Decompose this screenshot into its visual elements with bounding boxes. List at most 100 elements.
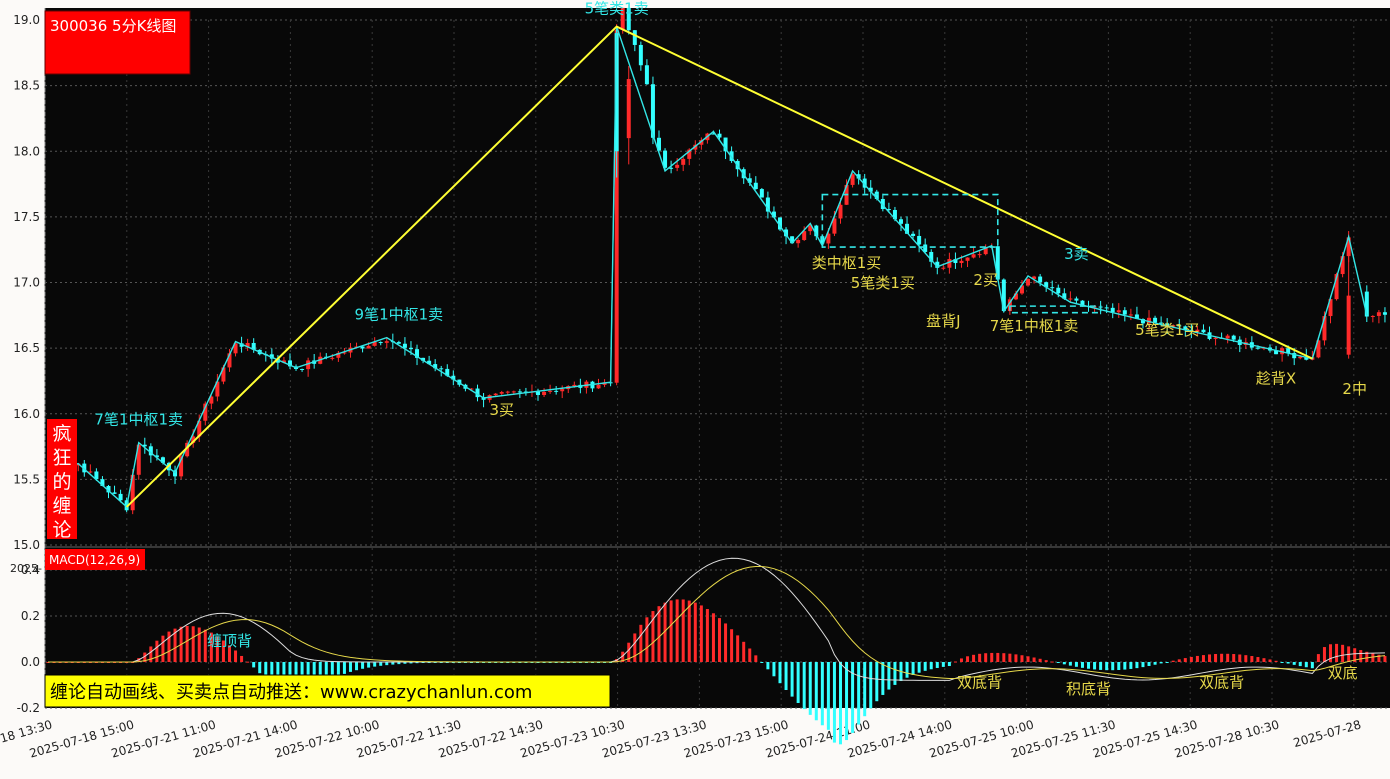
candle-up <box>626 79 631 139</box>
candle-up <box>560 389 565 392</box>
macd-bar-down <box>766 662 770 670</box>
candle-up <box>493 393 498 396</box>
macd-bar-down <box>869 662 873 709</box>
macd-bar-up <box>705 609 709 662</box>
macd-bar-up <box>657 606 661 662</box>
candle-down <box>638 44 643 66</box>
signal-label: 2中 <box>1342 380 1367 398</box>
macd-bar-up <box>155 640 159 662</box>
macd-bar-down <box>947 662 951 667</box>
candle-down <box>554 390 559 392</box>
candle-up <box>1213 337 1218 339</box>
macd-bar-up <box>197 627 201 662</box>
macd-bar-down <box>1074 662 1078 667</box>
candle-up <box>596 384 601 389</box>
macd-bar-up <box>984 653 988 662</box>
macd-bar-down <box>941 662 945 667</box>
macd-bar-down <box>1111 662 1115 671</box>
candle-down <box>439 368 444 370</box>
macd-bar-up <box>1020 655 1024 662</box>
price-tick-label: 17.0 <box>13 276 40 290</box>
macd-bar-down <box>832 662 836 743</box>
signal-label: 9笔1中枢1卖 <box>355 305 444 323</box>
macd-bar-down <box>935 662 939 668</box>
macd-bar-down <box>881 662 885 695</box>
macd-bar-up <box>699 605 703 662</box>
candle-up <box>1370 315 1375 317</box>
macd-bar-down <box>905 662 909 678</box>
candle-up <box>499 392 504 394</box>
macd-bar-down <box>893 662 897 685</box>
candle-down <box>911 233 916 236</box>
macd-signal-label: 双底背 <box>1199 673 1244 691</box>
macd-bar-up <box>1214 653 1218 662</box>
candle-down <box>118 493 123 501</box>
macd-bar-down <box>1153 662 1157 665</box>
macd-bar-down <box>1093 662 1097 670</box>
macd-bar-up <box>675 599 679 662</box>
macd-bar-down <box>796 662 800 703</box>
candle-down <box>1255 347 1260 349</box>
macd-cut-tick: 2025- <box>10 562 42 575</box>
macd-bar-up <box>1038 658 1042 662</box>
candle-down <box>1122 310 1127 315</box>
macd-bar-up <box>1183 658 1187 662</box>
candle-up <box>548 390 553 392</box>
macd-bar-down <box>923 662 927 671</box>
macd-bar-down <box>887 662 891 690</box>
macd-bar-up <box>972 654 976 662</box>
chart-title: 300036 5分K线图 <box>50 17 176 35</box>
candle-down <box>644 65 649 85</box>
macd-bar-up <box>1050 661 1054 663</box>
macd-tick-label: 0.0 <box>21 655 40 669</box>
macd-bar-up <box>681 599 685 662</box>
macd-bar-up <box>246 661 250 663</box>
macd-bar-down <box>1304 662 1308 668</box>
macd-signal-label: 缠顶背 <box>207 632 252 650</box>
macd-bar-down <box>1105 662 1109 671</box>
macd-bar-up <box>1262 658 1266 662</box>
price-tick-label: 15.5 <box>13 472 40 486</box>
candle-up <box>511 391 516 393</box>
macd-bar-down <box>1292 662 1296 665</box>
macd-bar-up <box>240 655 244 662</box>
candle-down <box>753 182 758 190</box>
macd-bar-up <box>185 625 189 662</box>
macd-bar-down <box>929 662 933 670</box>
macd-bar-down <box>875 662 879 702</box>
candle-up <box>1225 335 1230 339</box>
macd-tick-label: 0.2 <box>21 609 40 623</box>
macd-bar-down <box>1117 662 1121 670</box>
price-tick-label: 16.5 <box>13 341 40 355</box>
price-tick-label: 19.0 <box>13 13 40 27</box>
macd-bar-down <box>784 662 788 690</box>
macd-bar-down <box>814 662 818 721</box>
macd-bar-down <box>1298 662 1302 667</box>
candle-up <box>971 254 976 258</box>
price-tick-label: 15.0 <box>13 538 40 552</box>
macd-bar-up <box>1250 656 1254 662</box>
candle-up <box>1376 312 1381 316</box>
signal-label: 5笔类1买 <box>851 274 915 292</box>
macd-bar-down <box>808 662 812 715</box>
candle-down <box>1050 287 1055 289</box>
candle-down <box>1074 298 1079 301</box>
macd-bar-up <box>1359 650 1363 662</box>
candle-down <box>1056 287 1061 294</box>
macd-bar-up <box>966 656 970 662</box>
macd-bar-down <box>1129 662 1133 669</box>
price-tick-label: 18.0 <box>13 144 40 158</box>
candle-up <box>796 239 801 244</box>
candle-up <box>941 267 946 269</box>
candle-up <box>977 254 982 256</box>
candle-down <box>917 235 922 245</box>
candle-up <box>505 391 510 393</box>
macd-bar-up <box>1383 655 1387 662</box>
macd-bar-down <box>863 662 867 717</box>
macd-bar-down <box>367 662 371 668</box>
macd-signal-label: 双底 <box>1328 664 1358 682</box>
macd-bar-down <box>1141 662 1145 668</box>
macd-bar-down <box>361 662 365 669</box>
macd-bar-up <box>1322 647 1326 662</box>
candle-down <box>112 492 117 494</box>
